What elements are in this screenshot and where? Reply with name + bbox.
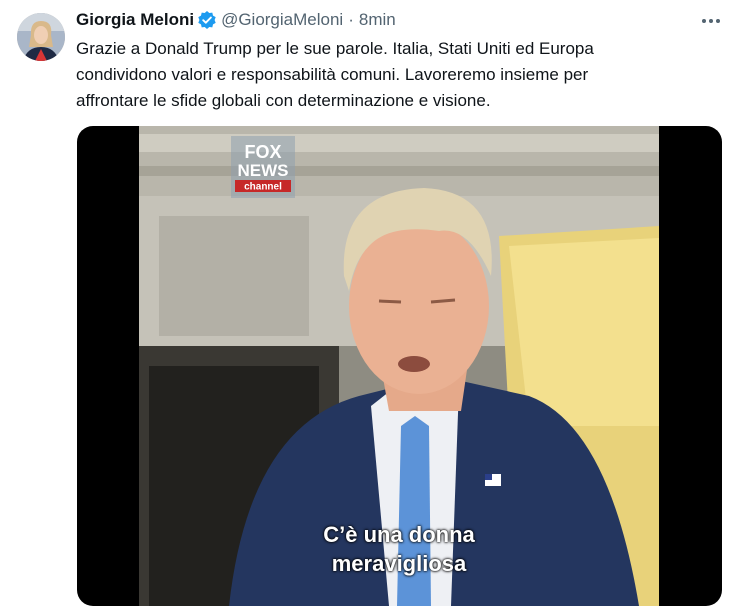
logo-line-3: channel (244, 182, 282, 193)
author-handle[interactable]: @GiorgiaMeloni (221, 10, 343, 30)
tweet-header: Giorgia Meloni @GiorgiaMeloni · 8min (76, 9, 396, 31)
logo-line-2: NEWS (238, 161, 289, 180)
timestamp[interactable]: 8min (359, 10, 396, 30)
tweet[interactable]: Giorgia Meloni @GiorgiaMeloni · 8min Gra… (0, 0, 742, 606)
tweet-text-line: condividono valori e responsabilità comu… (76, 65, 589, 84)
video-caption-line-1: C’è una donna (323, 522, 475, 547)
logo-line-1: FOX (244, 142, 281, 162)
video-caption-line-2: meravigliosa (331, 551, 467, 576)
verified-badge-icon (197, 10, 217, 30)
video-player[interactable]: FOX NEWS channel C’è una donna meravigli… (77, 126, 722, 606)
tweet-text-line: Grazie a Donald Trump per le sue parole.… (76, 39, 594, 58)
tweet-text-line: affrontare le sfide globali con determin… (76, 91, 491, 110)
fox-news-logo: FOX NEWS channel (231, 136, 295, 198)
avatar[interactable] (17, 13, 65, 61)
tweet-text: Grazie a Donald Trump per le sue parole.… (76, 36, 716, 114)
more-options-icon[interactable] (700, 10, 722, 32)
video-frame[interactable]: FOX NEWS channel C’è una donna meravigli… (139, 126, 659, 606)
separator-dot: · (348, 10, 354, 29)
author-name[interactable]: Giorgia Meloni (76, 10, 194, 30)
